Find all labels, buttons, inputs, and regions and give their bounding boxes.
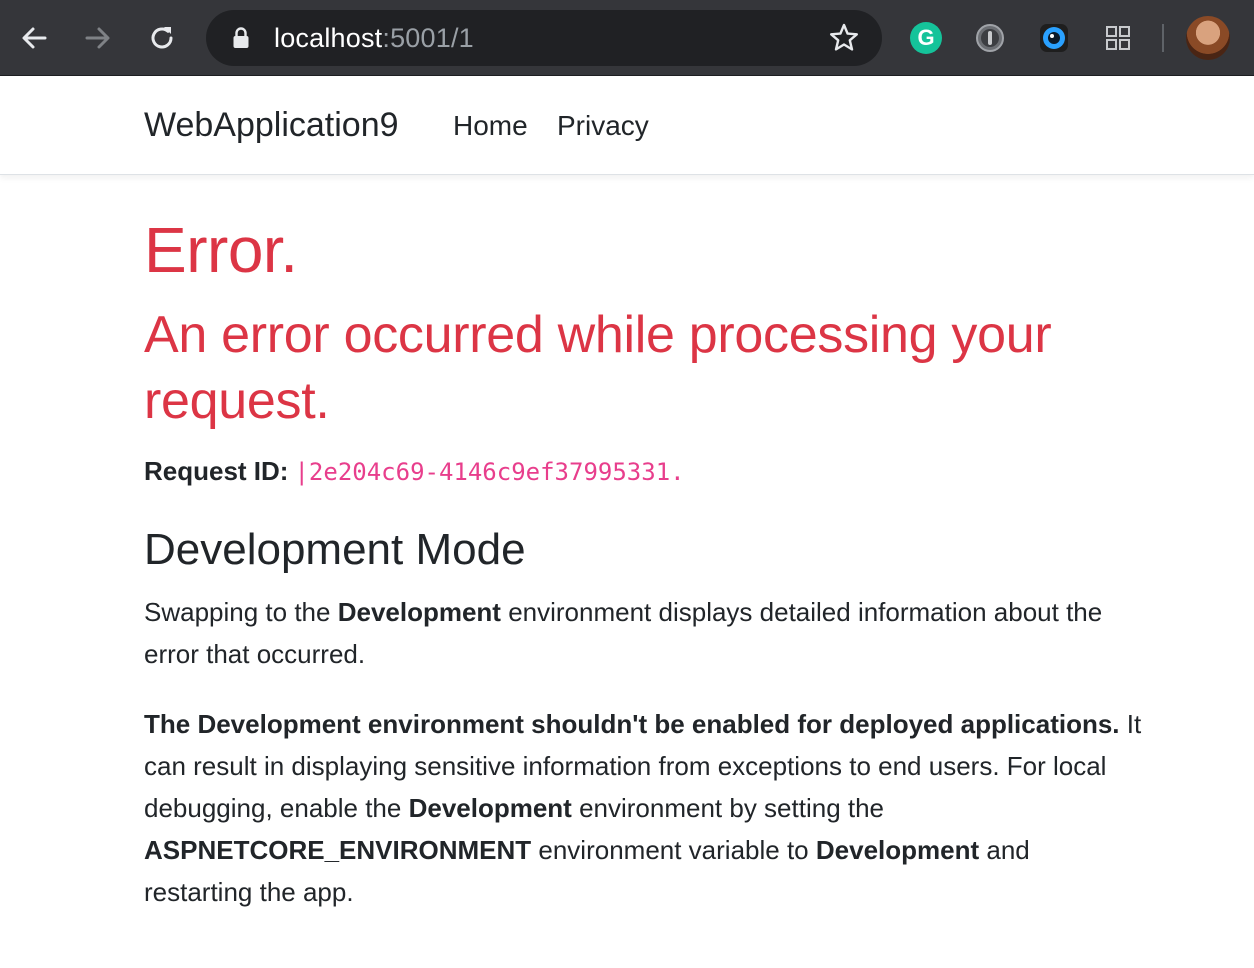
address-bar[interactable]: localhost:5001/1 (206, 10, 882, 66)
development-mode-heading: Development Mode (144, 525, 526, 574)
p2-text-2: environment by setting the (571, 793, 885, 823)
reload-button[interactable] (140, 14, 184, 62)
p1-text-pre: Swapping to the (144, 597, 338, 627)
p2-text-3: environment variable to (531, 835, 816, 865)
lock-icon[interactable] (232, 26, 250, 50)
toolbar-divider (1162, 24, 1164, 52)
star-icon[interactable] (828, 22, 860, 54)
browser-toolbar: localhost:5001/1 G (0, 0, 1254, 76)
navbar-brand[interactable]: WebApplication9 (144, 105, 399, 145)
grammarly-icon[interactable]: G (910, 22, 942, 54)
url-host: localhost (274, 23, 383, 53)
apps-grid-icon[interactable] (1102, 22, 1134, 54)
p2-bold-env-var: ASPNETCORE_ENVIRONMENT (144, 835, 532, 865)
forward-button[interactable] (76, 14, 120, 62)
development-warning-paragraph: The Development environment shouldn't be… (144, 703, 1144, 913)
nav-link-home[interactable]: Home (453, 108, 528, 144)
p2-bold-warning: The Development environment shouldn't be… (144, 709, 1120, 739)
back-button[interactable] (12, 14, 56, 62)
url-path: :5001/1 (382, 23, 474, 53)
development-info-paragraph: Swapping to the Development environment … (144, 591, 1144, 675)
back-arrow-icon (22, 27, 47, 49)
1password-icon[interactable] (974, 22, 1006, 54)
p2-bold-development-1: Development (408, 793, 572, 823)
site-navbar: WebApplication9 Home Privacy (0, 76, 1254, 175)
request-id-value: |2e204c69-4146c9ef37995331. (294, 458, 685, 486)
profile-avatar[interactable] (1186, 16, 1230, 60)
reload-icon (151, 27, 173, 49)
nav-link-privacy[interactable]: Privacy (557, 108, 649, 144)
p1-bold-development: Development (337, 597, 501, 627)
request-id-label: Request ID: (144, 456, 289, 486)
error-title: Error. (144, 214, 298, 286)
forward-arrow-icon (85, 27, 110, 49)
request-id: Request ID: |2e204c69-4146c9ef37995331. (144, 454, 685, 489)
url-text[interactable]: localhost:5001/1 (274, 22, 474, 54)
error-subtitle: An error occurred while processing your … (144, 306, 1052, 430)
lens-extension-icon[interactable] (1038, 22, 1070, 54)
p2-bold-development-2: Development (815, 835, 980, 865)
